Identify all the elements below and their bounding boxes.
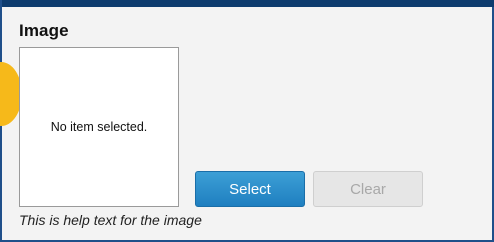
- image-preview-box: No item selected.: [19, 47, 179, 207]
- help-text: This is help text for the image: [19, 212, 202, 228]
- field-label: Image: [19, 21, 69, 40]
- select-button[interactable]: Select: [195, 171, 305, 207]
- no-item-selected-text: No item selected.: [50, 120, 148, 134]
- panel-top-bar: [2, 0, 494, 7]
- image-field-panel: Image No item selected. Select Clear Thi…: [0, 0, 494, 242]
- clear-button: Clear: [313, 171, 423, 207]
